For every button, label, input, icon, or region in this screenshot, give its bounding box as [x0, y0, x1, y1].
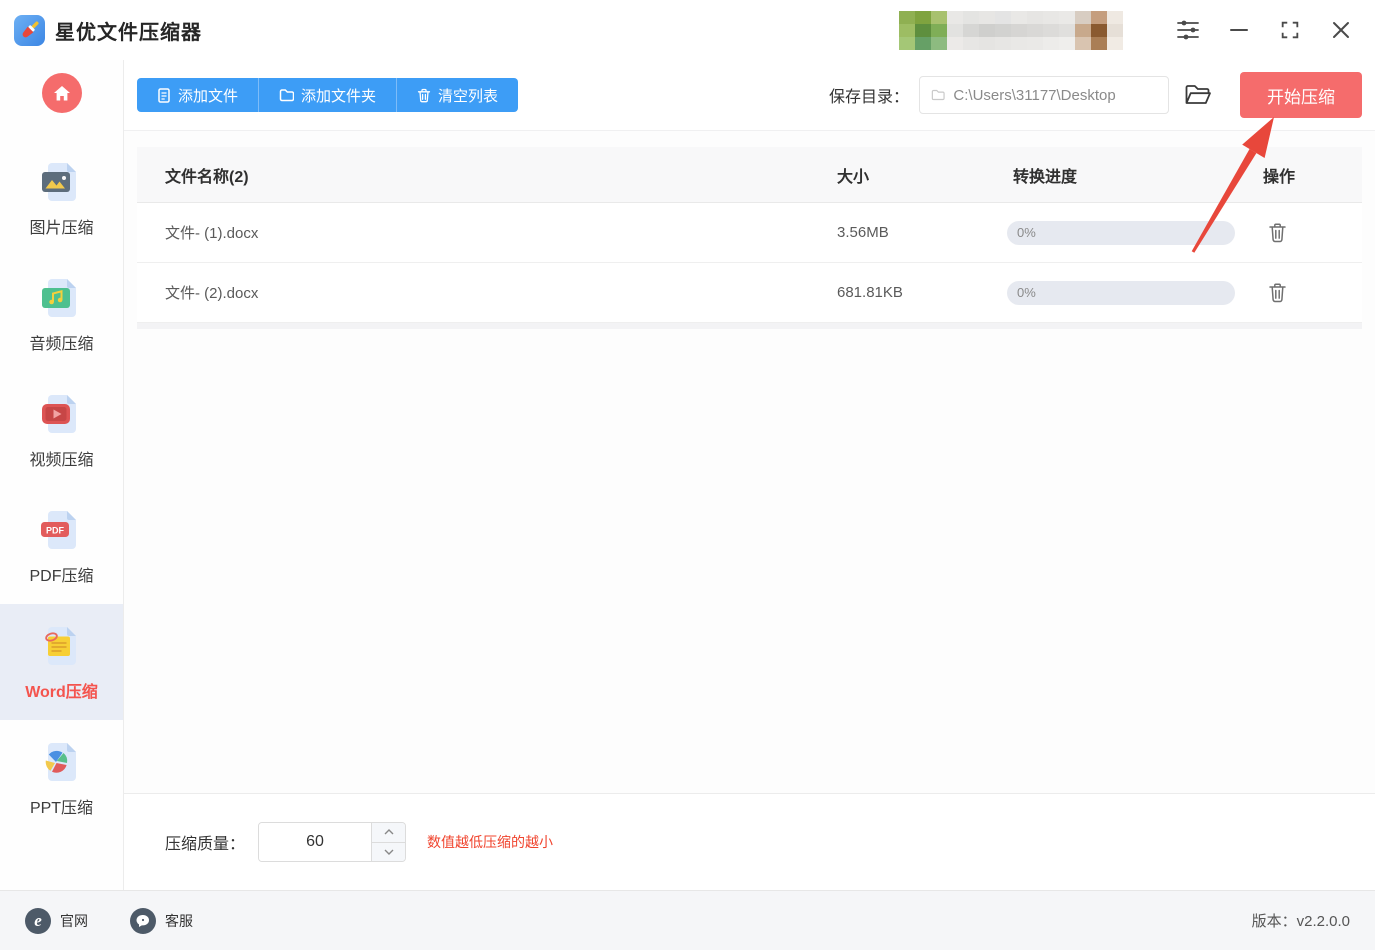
pdf-file-icon: PDF — [39, 506, 85, 552]
home-button[interactable] — [42, 73, 82, 113]
content-area: 添加文件 添加文件夹 清空列表 — [124, 60, 1375, 890]
quality-decrease-button[interactable] — [372, 843, 405, 862]
col-header-filename: 文件名称(2) — [137, 163, 837, 187]
trash-icon — [417, 88, 431, 103]
quality-hint-text: 数值越低压缩的越小 — [427, 832, 553, 852]
settings-sliders-icon[interactable] — [1176, 18, 1200, 42]
sidebar-item-word-compress[interactable]: Word压缩 — [0, 604, 123, 720]
save-dir-field[interactable] — [919, 76, 1169, 114]
video-file-icon — [39, 390, 85, 436]
minimize-button[interactable] — [1227, 18, 1251, 42]
app-title: 星优文件压缩器 — [55, 16, 202, 45]
sidebar-item-label: 视频压缩 — [29, 446, 93, 470]
folder-small-icon — [931, 88, 945, 102]
close-button[interactable] — [1329, 18, 1353, 42]
sidebar-item-label: 音频压缩 — [29, 330, 93, 354]
col-header-progress: 转换进度 — [1007, 163, 1257, 187]
sidebar-item-audio-compress[interactable]: 音频压缩 — [0, 256, 123, 372]
footer: e 官网 客服 版本：v2.2.0.0 — [0, 890, 1375, 950]
browse-folder-button[interactable] — [1184, 83, 1212, 107]
word-file-icon — [39, 622, 85, 668]
user-info-pixelated — [899, 11, 1123, 50]
customer-service-label: 客服 — [165, 911, 193, 931]
home-icon — [53, 85, 71, 102]
table-row: 文件- (2).docx 681.81KB 0% — [137, 263, 1362, 323]
sidebar-item-label: 图片压缩 — [29, 214, 93, 238]
app-logo-icon — [14, 15, 45, 46]
svg-text:PDF: PDF — [46, 526, 65, 536]
maximize-button[interactable] — [1278, 18, 1302, 42]
add-folder-button[interactable]: 添加文件夹 — [259, 78, 397, 112]
quality-input[interactable] — [259, 823, 371, 861]
add-file-label: 添加文件 — [178, 85, 238, 106]
folder-icon — [279, 88, 294, 102]
official-site-label: 官网 — [60, 911, 88, 931]
sidebar-item-pdf-compress[interactable]: PDF PDF压缩 — [0, 488, 123, 604]
clear-list-button[interactable]: 清空列表 — [397, 78, 518, 112]
browser-e-icon: e — [25, 908, 51, 934]
progress-bar: 0% — [1007, 281, 1235, 305]
clear-list-label: 清空列表 — [438, 85, 498, 106]
toolbar-button-group: 添加文件 添加文件夹 清空列表 — [137, 78, 518, 112]
customer-service-link[interactable]: 客服 — [130, 908, 193, 934]
audio-file-icon — [39, 274, 85, 320]
file-name: 文件- (2).docx — [137, 282, 837, 303]
ppt-file-icon — [39, 738, 85, 784]
add-file-button[interactable]: 添加文件 — [137, 78, 259, 112]
col-header-action: 操作 — [1257, 163, 1362, 187]
progress-value: 0% — [1017, 225, 1036, 240]
file-size: 681.81KB — [837, 284, 1007, 301]
save-dir-input[interactable] — [953, 87, 1157, 104]
delete-file-button[interactable] — [1263, 279, 1291, 307]
save-dir-label: 保存目录： — [829, 83, 909, 107]
progress-bar: 0% — [1007, 221, 1235, 245]
version-text: 版本：v2.2.0.0 — [1252, 910, 1350, 931]
file-size: 3.56MB — [837, 224, 1007, 241]
folder-open-icon — [1184, 83, 1212, 107]
image-file-icon — [39, 158, 85, 204]
delete-file-button[interactable] — [1263, 219, 1291, 247]
official-site-link[interactable]: e 官网 — [25, 908, 88, 934]
chevron-up-icon — [384, 829, 394, 835]
file-table: 文件名称(2) 大小 转换进度 操作 文件- (1).docx 3.56MB 0… — [137, 147, 1362, 323]
quality-stepper — [258, 822, 406, 862]
title-bar: 星优文件压缩器 — [0, 0, 1375, 60]
trash-icon — [1268, 222, 1287, 243]
chevron-down-icon — [384, 849, 394, 855]
app-window: 星优文件压缩器 — [0, 0, 1375, 950]
chat-bubble-icon — [130, 908, 156, 934]
toolbar: 添加文件 添加文件夹 清空列表 — [124, 60, 1375, 131]
progress-value: 0% — [1017, 285, 1036, 300]
sidebar-item-label: PPT压缩 — [30, 794, 93, 818]
sidebar-item-label: PDF压缩 — [29, 562, 93, 586]
sidebar-item-ppt-compress[interactable]: PPT压缩 — [0, 720, 123, 836]
table-header-row: 文件名称(2) 大小 转换进度 操作 — [137, 147, 1362, 203]
quality-increase-button[interactable] — [372, 823, 405, 843]
add-folder-label: 添加文件夹 — [301, 85, 376, 106]
quality-section: 压缩质量： 数值越低压缩的越小 — [124, 793, 1375, 890]
sidebar-item-video-compress[interactable]: 视频压缩 — [0, 372, 123, 488]
document-icon — [157, 88, 171, 103]
file-name: 文件- (1).docx — [137, 222, 837, 243]
sidebar-item-label: Word压缩 — [25, 678, 98, 702]
quality-label: 压缩质量： — [165, 830, 245, 854]
col-header-size: 大小 — [837, 163, 1007, 187]
start-compress-button[interactable]: 开始压缩 — [1240, 72, 1362, 118]
sidebar: 图片压缩 音频压缩 — [0, 60, 124, 890]
trash-icon — [1268, 282, 1287, 303]
table-row: 文件- (1).docx 3.56MB 0% — [137, 203, 1362, 263]
sidebar-item-image-compress[interactable]: 图片压缩 — [0, 140, 123, 256]
